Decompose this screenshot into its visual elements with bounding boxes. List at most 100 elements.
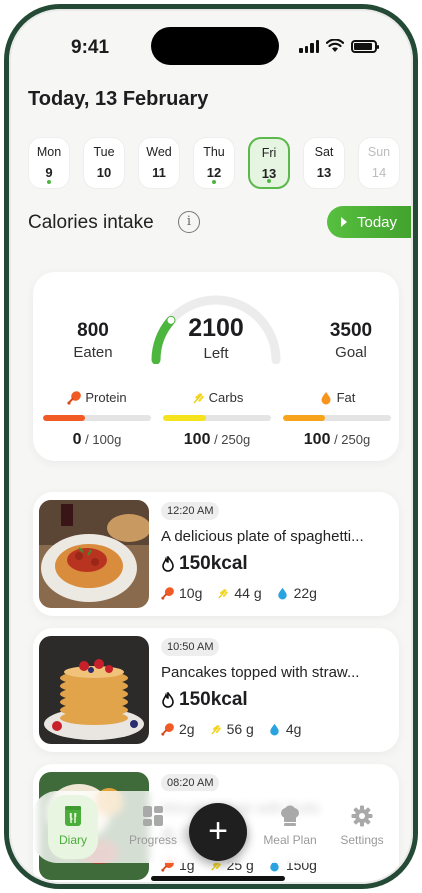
status-time: 9:41 [71,37,110,58]
phone-frame: 9:41 Today, 13 February Mon 9 Tue 10 Wed 11 Th… [4,4,418,889]
meal-macros: 10g 44 g 22g [161,585,317,601]
day-number: 13 [316,165,332,180]
meal-fat: 22g [276,585,317,601]
macro-unit: / 250g [210,432,251,447]
macro-header: Fat [283,390,391,405]
macro-amount: 0 / 100g [43,431,151,449]
meal-protein: 2g [161,721,195,737]
meal-carbs: 56 g [209,721,254,737]
gauge-progress [151,315,176,364]
meal-photo [39,500,149,608]
meal-carbs-value: 56 g [226,721,254,737]
drumstick-icon [161,586,174,600]
day-tue[interactable]: Tue 10 [83,137,125,189]
day-name: Mon [36,145,62,159]
day-thu[interactable]: Thu 12 [193,137,235,189]
left-stat: 2100 Left [171,314,261,362]
home-indicator[interactable] [151,876,285,881]
status-icons [299,39,379,53]
day-name: Sun [367,145,391,159]
macro-name: Carbs [208,390,244,405]
macro-header: Carbs [163,390,271,405]
macro-name: Fat [336,390,356,405]
nav-progress[interactable]: Progress [118,805,188,847]
meal-card[interactable]: 10:50 AM Pancakes topped with straw... 150… [33,628,399,752]
meal-card[interactable]: 12:20 AM A delicious plate of spaghetti..… [33,492,399,616]
eaten-label: Eaten [73,344,113,361]
calories-section-title: Calories intake [28,212,154,233]
nav-label-settings: Settings [340,833,384,847]
wheat-icon [210,724,221,735]
macro-progress-bar [283,415,391,421]
logged-dot [212,180,216,184]
flame-icon [162,556,174,572]
week-strip: Mon 9 Tue 10 Wed 11 Thu 12 Fri 13 Sat 13 Sun 14 [28,137,400,189]
add-button[interactable]: + [189,803,247,861]
goal-label: Goal [335,344,367,361]
day-mon[interactable]: Mon 9 [28,137,70,189]
macro-value: 100 [183,431,211,448]
nav-label-diary: Diary [58,833,87,847]
macro-fat: Fat 100 / 250g [283,390,391,449]
day-number: 9 [45,165,53,180]
info-icon[interactable]: i [178,211,200,233]
meal-kcal-value: 150kcal [179,689,248,710]
day-name: Tue [93,145,115,159]
water-drop-icon [277,587,287,600]
eaten-value: 800 [77,320,109,341]
meal-kcal: 150kcal [161,553,248,575]
dynamic-island [151,27,279,65]
day-wed[interactable]: Wed 11 [138,137,180,189]
nav-label-meal-plan: Meal Plan [263,833,317,847]
meal-fat-value: 22g [293,585,317,601]
day-fri[interactable]: Fri 13 [248,137,290,189]
screen: 9:41 Today, 13 February Mon 9 Tue 10 Wed 11 Th… [9,9,413,884]
drumstick-icon [161,722,174,736]
drumstick-icon [67,390,82,405]
pancakes-photo [39,636,149,744]
macro-header: Protein [43,390,151,405]
eaten-stat: 800 Eaten [51,320,135,361]
day-sun[interactable]: Sun 14 [358,137,400,189]
macro-progress-bar [43,415,151,421]
wheat-icon [218,588,229,599]
spaghetti-photo [39,500,149,608]
meal-time: 12:20 AM [161,502,220,520]
nav-settings[interactable]: Settings [327,805,397,847]
meal-macros: 2g 56 g 4g [161,721,301,737]
meal-time: 10:50 AM [161,638,220,656]
meal-title: A delicious plate of spaghetti... [161,528,364,545]
meal-kcal-value: 150kcal [179,553,248,574]
today-button[interactable]: Today [327,206,411,238]
diary-icon [65,806,81,826]
meal-time: 08:20 AM [161,774,220,792]
day-name: Wed [146,145,172,159]
macro-carbs: Carbs 100 / 250g [163,390,271,449]
day-sat[interactable]: Sat 13 [303,137,345,189]
day-number: 11 [152,165,166,180]
goal-value: 3500 [329,320,373,341]
macro-unit: / 250g [330,432,371,447]
macro-value: 0 [72,431,82,448]
macro-amount: 100 / 250g [283,431,391,449]
meal-title: Pancakes topped with straw... [161,664,360,681]
day-number: 10 [96,165,112,180]
meal-photo [39,636,149,744]
signal-icon [299,40,319,53]
macro-unit: / 100g [81,432,122,447]
day-name: Thu [203,145,225,159]
wifi-icon [326,39,344,52]
logged-dot [47,180,51,184]
calories-card: 800 Eaten 2100 Left 3500 Goal Protein 0 /… [33,272,399,461]
goal-stat: 3500 Goal [309,320,393,361]
macro-value: 100 [303,431,331,448]
nav-diary[interactable]: Diary [38,805,108,847]
nav-meal-plan[interactable]: Meal Plan [255,805,325,847]
meal-protein: 10g [161,585,202,601]
chef-hat-icon [281,805,299,826]
flame-icon [162,692,174,708]
macro-name: Protein [85,390,127,405]
meal-protein-value: 10g [179,585,203,601]
nav-label-progress: Progress [128,833,178,847]
page-title: Today, 13 February [28,88,209,110]
